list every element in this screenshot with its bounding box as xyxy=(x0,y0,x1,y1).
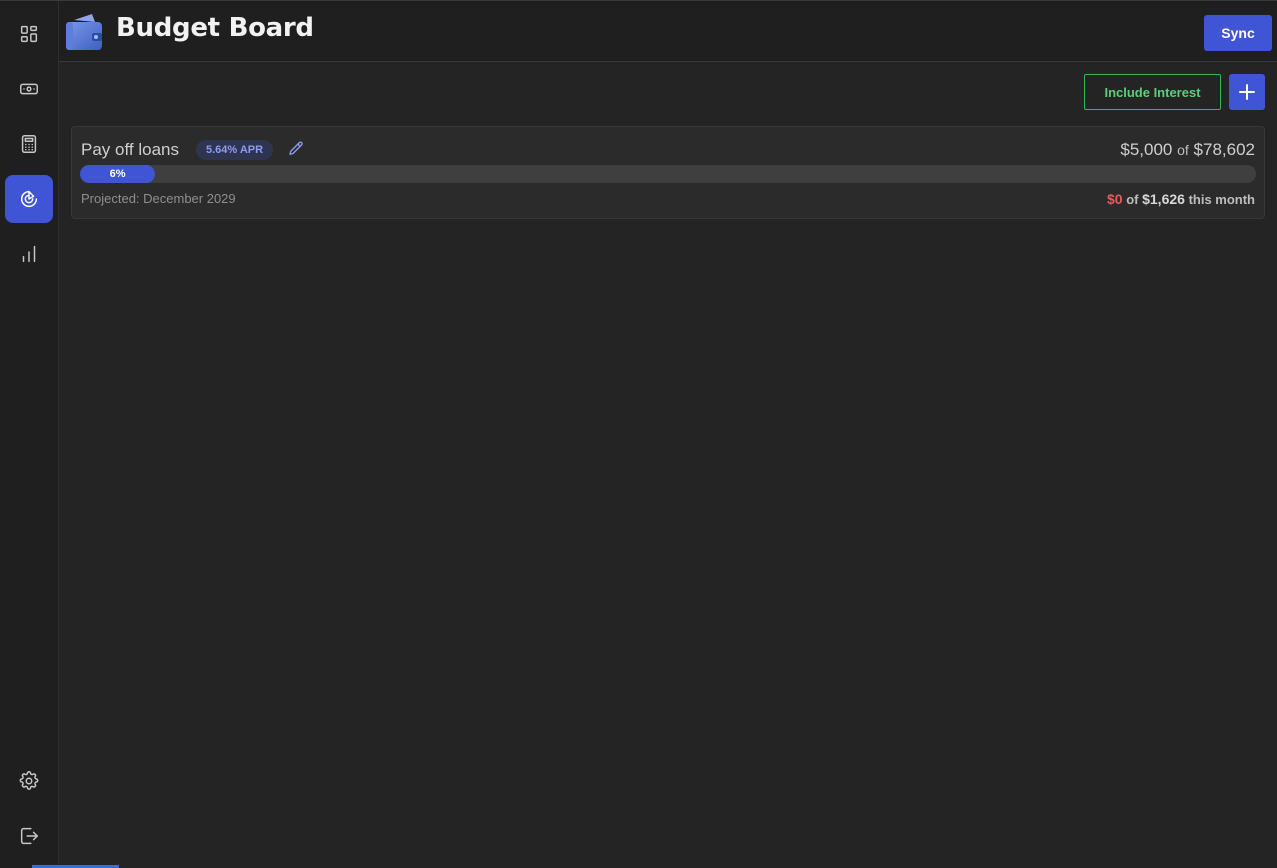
nav-accounts[interactable] xyxy=(5,65,53,113)
money-icon xyxy=(18,78,40,100)
apr-badge: 5.64% APR xyxy=(196,140,273,160)
goal-progress-fill: 6% xyxy=(80,165,155,183)
sidebar xyxy=(0,0,59,868)
goal-projected-date: Projected: December 2029 xyxy=(81,191,236,206)
sync-button[interactable]: Sync xyxy=(1204,15,1272,51)
month-suffix: this month xyxy=(1189,192,1255,207)
dashboard-icon xyxy=(18,23,40,45)
nav-settings[interactable] xyxy=(5,757,53,805)
nav-budgets[interactable] xyxy=(5,120,53,168)
gear-icon xyxy=(18,770,40,792)
app-title: Budget Board xyxy=(116,13,314,43)
month-target: $1,626 xyxy=(1142,191,1185,207)
goal-name: Pay off loans xyxy=(81,140,179,160)
goal-card[interactable]: Pay off loans 5.64% APR $5,000 of $78,60… xyxy=(71,126,1265,219)
pencil-icon[interactable] xyxy=(287,140,305,158)
nav-logout[interactable] xyxy=(5,812,53,860)
goal-amount: $5,000 of $78,602 xyxy=(1120,140,1255,160)
goals-icon xyxy=(18,188,40,210)
nav-goals[interactable] xyxy=(5,175,53,223)
chart-icon xyxy=(18,243,40,265)
wallet-logo-icon xyxy=(64,12,104,52)
month-spent: $0 xyxy=(1107,191,1123,207)
app-header: Budget Board Sync xyxy=(59,0,1277,62)
month-of: of xyxy=(1126,192,1138,207)
include-interest-button[interactable]: Include Interest xyxy=(1084,74,1221,110)
goal-amount-of: of xyxy=(1177,142,1189,158)
nav-dashboard[interactable] xyxy=(5,10,53,58)
goal-monthly: $0 of $1,626 this month xyxy=(1107,191,1255,207)
goal-progress-bar: 6% xyxy=(80,165,1256,183)
calculator-icon xyxy=(18,133,40,155)
add-goal-button[interactable] xyxy=(1229,74,1265,110)
goal-current-amount: $5,000 xyxy=(1120,140,1172,159)
logout-icon xyxy=(18,825,40,847)
goal-target-amount: $78,602 xyxy=(1194,140,1255,159)
plus-icon xyxy=(1238,83,1256,101)
nav-trends[interactable] xyxy=(5,230,53,278)
